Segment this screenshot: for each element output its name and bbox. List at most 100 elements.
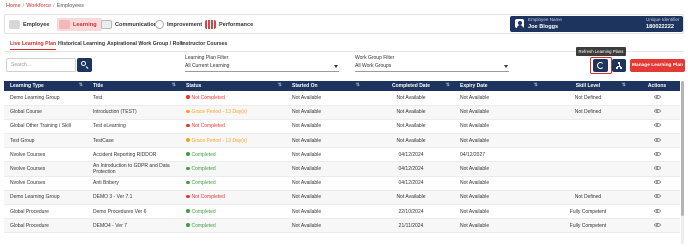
table-row[interactable]: Nvolve Courses An Introduction to GDPR an… bbox=[4, 161, 680, 177]
status-dot-icon bbox=[186, 166, 190, 171]
cell-learning-type: Global Procedure bbox=[4, 218, 87, 234]
cell-skill-level: Not Defined bbox=[542, 190, 630, 206]
unique-identifier: 180022222 bbox=[646, 23, 674, 30]
column-header-title[interactable]: Title ⇅ bbox=[87, 81, 180, 91]
table-row[interactable]: Global Procedure Demo Procedures Ver 6 Com… bbox=[4, 204, 680, 220]
status-text: Not Completed bbox=[191, 123, 225, 130]
cell-learning-type: Global Course bbox=[4, 105, 87, 120]
cell-learning-type: Global Procedure bbox=[4, 204, 87, 220]
column-header-expiry-date[interactable]: Expiry Date ⇅ bbox=[454, 81, 542, 91]
view-eye-icon[interactable] bbox=[653, 151, 661, 156]
status-text: Not Completed bbox=[191, 94, 225, 101]
column-header-started-on[interactable]: Started On ⇅ bbox=[286, 81, 364, 91]
cell-expiry-date: Not Available bbox=[454, 190, 542, 206]
unique-identifier-label: Unique Identifier bbox=[646, 17, 680, 22]
refresh-icon bbox=[597, 62, 604, 69]
status-dot-icon bbox=[186, 95, 190, 99]
hierarchy-button[interactable] bbox=[612, 59, 626, 72]
tab-historical-learning[interactable]: Historical Learning bbox=[58, 41, 105, 47]
cell-actions bbox=[630, 218, 680, 234]
cell-expiry-date: Not Available bbox=[454, 105, 542, 120]
view-eye-icon[interactable] bbox=[653, 222, 661, 227]
tab-label: Performance bbox=[219, 21, 254, 28]
view-eye-icon[interactable] bbox=[653, 208, 661, 213]
cell-started-on: Not Available bbox=[286, 91, 364, 106]
work-group-filter-label: Work Group Filter bbox=[355, 55, 395, 61]
cell-status: Completed bbox=[180, 176, 286, 191]
column-header-completed-date[interactable]: Completed Date ⇅ bbox=[364, 81, 454, 91]
sort-icon: ⇅ bbox=[277, 82, 282, 88]
cell-skill-level: Not Defined bbox=[542, 105, 630, 120]
cell-completed-date: 22/10/2024 bbox=[364, 204, 454, 220]
cell-completed-date: 21/11/2024 bbox=[364, 218, 454, 234]
manage-learning-plan-button[interactable]: Manage Learning Plan bbox=[630, 59, 685, 72]
view-eye-icon[interactable] bbox=[653, 109, 661, 114]
cell-completed-date: Not Available bbox=[364, 133, 454, 149]
cell-status: Not Completed bbox=[180, 190, 286, 206]
work-group-filter-select[interactable]: All Work Groups bbox=[355, 62, 509, 72]
cell-completed-date: Not Available bbox=[364, 190, 454, 206]
table-row[interactable]: Demo Learning Group DEMO 3 - Ver 7.1 Not C… bbox=[4, 190, 680, 206]
cell-actions bbox=[630, 190, 680, 206]
cell-started-on: Not Available bbox=[286, 133, 364, 149]
sort-icon: ⇅ bbox=[355, 82, 360, 88]
status-text: Not Completed bbox=[191, 194, 225, 201]
cell-skill-level bbox=[542, 176, 630, 191]
cell-skill-level: Fully Competent bbox=[542, 204, 630, 220]
employee-icon bbox=[9, 20, 20, 29]
table-scrollbar[interactable] bbox=[681, 81, 684, 244]
breadcrumb-workforce-link[interactable]: Workforce bbox=[26, 3, 51, 9]
column-header-skill-level[interactable]: Skill Level ⇅ bbox=[542, 81, 630, 91]
status-dot-icon bbox=[186, 152, 190, 156]
tab-learning[interactable]: Learning bbox=[57, 18, 102, 31]
status-dot-icon bbox=[186, 180, 190, 185]
tab-employee[interactable]: Employee bbox=[7, 18, 53, 31]
view-eye-icon[interactable] bbox=[653, 123, 661, 128]
tab-communication[interactable]: Communication bbox=[99, 18, 157, 31]
column-header-learning-type[interactable]: Learning Type ⇅ bbox=[4, 81, 87, 91]
cell-skill-level: Not Defined bbox=[542, 91, 630, 106]
view-eye-icon[interactable] bbox=[653, 137, 661, 142]
table-row[interactable]: Demo Learning Group Test Not Completed Not … bbox=[4, 91, 680, 106]
view-eye-icon[interactable] bbox=[653, 180, 661, 185]
scrollbar-thumb[interactable] bbox=[681, 81, 684, 216]
status-text: Completed bbox=[191, 222, 216, 229]
view-eye-icon[interactable] bbox=[653, 94, 661, 99]
view-eye-icon[interactable] bbox=[653, 194, 661, 199]
cell-learning-type: Test Group bbox=[4, 133, 87, 149]
employee-name: Joe Bloggs bbox=[528, 23, 559, 30]
status-dot-icon bbox=[186, 209, 190, 213]
table-row[interactable]: Nvolve Courses Anti Bribery Completed Not A… bbox=[4, 176, 680, 191]
cell-status: Not Completed bbox=[180, 119, 286, 135]
cell-expiry-date: Not Available bbox=[454, 176, 542, 191]
cell-actions bbox=[630, 105, 680, 120]
refresh-learning-plans-button[interactable] bbox=[593, 59, 608, 72]
breadcrumb-home-link[interactable]: Home bbox=[6, 3, 21, 9]
table-row[interactable]: Global Other Training / Skill Test eLearn… bbox=[4, 119, 680, 135]
cell-title: TestCase bbox=[87, 133, 180, 149]
column-header-status[interactable]: Status ⇅ bbox=[180, 81, 286, 91]
tab-improvement[interactable]: Improvement bbox=[153, 18, 202, 31]
table-row[interactable]: Nvolve Courses Accident Reporting RIDDOR C… bbox=[4, 147, 680, 163]
search-button[interactable] bbox=[77, 58, 92, 72]
tab-aspirational-work-group[interactable]: Aspirational Work Group / Role bbox=[107, 41, 184, 47]
cell-status: Grace Period - 13 Day(s) bbox=[180, 105, 286, 120]
cell-title: Test bbox=[87, 91, 180, 106]
table-row[interactable]: Global Procedure DEMO4 - Ver 7 Completed No… bbox=[4, 218, 680, 234]
table-row[interactable]: Test Group TestCase Grace Period - 13 Day(… bbox=[4, 133, 680, 149]
cell-expiry-date: Not Available bbox=[454, 161, 542, 177]
tab-live-learning-plan[interactable]: Live Learning Plan bbox=[10, 41, 57, 50]
learning-plan-filter-select[interactable]: All Current Learning bbox=[185, 62, 339, 72]
table-header-row: Learning Type ⇅ Title ⇅ Status ⇅ Started On… bbox=[4, 81, 680, 91]
view-eye-icon[interactable] bbox=[653, 166, 661, 171]
cell-learning-type: Global Other Training / Skill bbox=[4, 119, 87, 135]
column-header-actions: Actions bbox=[630, 81, 680, 91]
tab-instructor-courses[interactable]: Instructor Courses bbox=[181, 41, 227, 47]
breadcrumb-current: Employees bbox=[56, 3, 84, 9]
table-row[interactable]: Global Course Introduction (TEST) Grace Pe… bbox=[4, 105, 680, 120]
tab-performance[interactable]: Performance bbox=[203, 18, 253, 31]
cell-expiry-date: Not Available bbox=[454, 218, 542, 234]
status-text: Grace Period - 13 Day(s) bbox=[191, 137, 248, 144]
cell-actions bbox=[630, 147, 680, 163]
search-input[interactable] bbox=[6, 58, 76, 72]
